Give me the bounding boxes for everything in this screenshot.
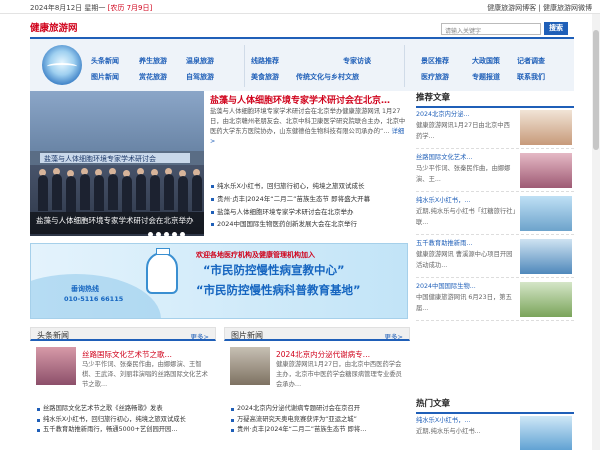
recommended-item[interactable]: 2024中国国际生物... 中国健康旅游网讯 6月23日，第五届... <box>416 279 574 321</box>
site-title[interactable]: 健康旅游网 <box>30 20 78 34</box>
recommended-item[interactable]: 纯水乐X小红书，... 近期,纯水乐与小红书「红糖旅行社」联... <box>416 193 574 235</box>
nurse-icon <box>146 252 178 294</box>
ad-top-text: 欢迎各地医疗机构及健康管理机构加入 <box>196 251 315 259</box>
list-item[interactable]: 丝路国际文化艺术节之歌《丝路畅歌》发表 <box>36 404 216 415</box>
hot-article-item[interactable]: 纯水乐X小红书，... 近期,纯水乐与小红书... <box>416 413 574 450</box>
search-button[interactable]: 搜索 <box>544 22 568 35</box>
photo-slider[interactable]: 盐藻与人体细胞环境专家学术研讨会 盐藻与人体细胞环境专家学术研讨会在北京举办 <box>30 91 204 236</box>
list-item[interactable]: 2024北京内分泌代谢病专题研讨会在京召开 <box>230 404 410 415</box>
hotline-label: 垂询热线 <box>71 285 99 293</box>
list-item[interactable]: 贵州·贞丰|2024年“二月二”苗族生态节 即将… <box>230 425 410 436</box>
list-item[interactable]: 贵州·贞丰|2024年“二月二”苗族生态节 即将盛大开幕 <box>210 193 406 206</box>
photo-news-header: 图片新闻 更多> <box>224 327 410 341</box>
main-nav: 头条新闻 养生旅游 温泉旅游 线路推荐 专家访谈 景区推荐 大政国策 记者调查 … <box>30 37 574 91</box>
panel-title: 图片新闻 <box>231 331 263 340</box>
list-item[interactable]: 万疑高流研究天奥电竞赛获评为“亚运之城” <box>230 415 410 426</box>
headline-news-header: 头条新闻 更多> <box>30 327 216 341</box>
nav-item-health-travel[interactable]: 养生旅游 <box>139 56 167 66</box>
slider-dot[interactable] <box>164 232 169 236</box>
recommended-item[interactable]: 五千教育助推新雨... 健康旅游网讯 曹溪源中心项目开园活动成功... <box>416 236 574 278</box>
headline-news-lead-desc: 马少平作词、张秦民作曲，由娜娜演、王智棋、王武泽、刘丽菲演唱的丝路国际文化艺术节… <box>82 361 208 388</box>
slider-dot[interactable] <box>180 232 185 236</box>
slider-dot[interactable] <box>156 232 161 236</box>
list-item[interactable]: 纯水乐X小红书，回归旅行初心，纯境之旅双试成长 <box>210 180 406 193</box>
recommended-thumbnail[interactable] <box>520 239 572 274</box>
more-link[interactable]: 更多> <box>191 331 209 341</box>
nav-item-self-drive[interactable]: 自驾旅游 <box>186 72 214 82</box>
sidebar: 推荐文章 2024北京内分泌... 健康旅游网讯1月27日由北京中西药学... 丝… <box>416 91 574 450</box>
search-input[interactable]: 请输入关键字 <box>441 23 541 35</box>
nav-item-food-travel[interactable]: 美食旅游 <box>251 72 279 82</box>
photo-news-thumbnail[interactable] <box>230 347 270 385</box>
list-item[interactable]: 五千教育助推新雨行，畅通5000+艺创园开园… <box>36 425 216 436</box>
nav-item-culture-rural[interactable]: 传统文化与乡村文旅 <box>296 72 359 82</box>
top-links[interactable]: 健康旅游网博客 | 健康旅游网微博 <box>487 3 592 13</box>
nav-item-scenic[interactable]: 景区推荐 <box>421 56 449 66</box>
site-logo[interactable] <box>42 45 82 85</box>
ad-banner[interactable]: 欢迎各地医疗机构及健康管理机构加入 “市民防控慢性病宣教中心” “市民防控慢性病… <box>30 243 408 319</box>
nurse-cap-icon <box>156 248 170 255</box>
more-link[interactable]: 更多> <box>385 331 403 341</box>
headline-news-lead-title[interactable]: 丝路国际文化艺术节之歌… <box>82 349 212 360</box>
hot-articles-title: 热门文章 <box>416 397 574 414</box>
ad-line-2: “市民防控慢性病科普教育基地” <box>196 283 361 297</box>
recommended-thumbnail[interactable] <box>520 282 572 317</box>
panel-title: 头条新闻 <box>37 331 69 340</box>
nav-item-photo-news[interactable]: 图片新闻 <box>91 72 119 82</box>
recommended-item[interactable]: 2024北京内分泌... 健康旅游网讯1月27日由北京中西药学... <box>416 107 574 149</box>
nav-item-special-report[interactable]: 专题报道 <box>472 72 500 82</box>
nav-item-hot-spring[interactable]: 温泉旅游 <box>186 56 214 66</box>
list-item[interactable]: 盐藻与人体细胞环境专家学术研讨会在北京举办 <box>210 206 406 219</box>
logo-wave-icon <box>47 63 77 70</box>
scrollbar-thumb[interactable] <box>593 30 599 150</box>
slider-dot[interactable] <box>148 232 153 236</box>
slider-photo-background <box>30 91 204 151</box>
news-list: 纯水乐X小红书，回归旅行初心，纯境之旅双试成长 贵州·贞丰|2024年“二月二”… <box>210 180 406 231</box>
nav-item-investigation[interactable]: 记者调查 <box>517 56 545 66</box>
nav-item-routes[interactable]: 线路推荐 <box>251 56 279 66</box>
slider-dots[interactable] <box>148 231 188 236</box>
nav-item-headline-news[interactable]: 头条新闻 <box>91 56 119 66</box>
lunar-date: [农历 7月9日] <box>107 4 153 12</box>
top-bar: 2024年8月12日 星期一 [农历 7月9日] 健康旅游网博客 | 健康旅游网… <box>0 0 600 14</box>
nav-item-flower-travel[interactable]: 赏花旅游 <box>139 72 167 82</box>
nav-item-contact[interactable]: 联系我们 <box>517 72 545 82</box>
recommended-thumbnail[interactable] <box>520 196 572 231</box>
list-item[interactable]: 2024中国国际生物医药创新发展大会在北京举行 <box>210 218 406 231</box>
photo-news-lead-desc: 健康旅游网讯1月27日，由北京中西医药学会主办，北京市中医药学会糖尿病管理专业委… <box>276 361 402 388</box>
nav-divider <box>404 45 405 87</box>
feature-headline[interactable]: 盐藻与人体细胞环境专家学术研讨会在北京… <box>210 93 390 106</box>
recommended-title: 推荐文章 <box>416 91 574 108</box>
ad-line-1: “市民防控慢性病宣教中心” <box>203 263 345 277</box>
recommended-thumbnail[interactable] <box>520 110 572 145</box>
headline-news-thumbnail[interactable] <box>36 347 76 385</box>
hotline-number: 010-5116 66115 <box>64 295 124 303</box>
slider-dot[interactable] <box>172 232 177 236</box>
headline-news-list: 丝路国际文化艺术节之歌《丝路畅歌》发表 纯水乐X小红书，回归旅行初心，纯境之旅双… <box>36 404 216 436</box>
slider-event-banner: 盐藻与人体细胞环境专家学术研讨会 <box>40 153 190 163</box>
feature-summary: 盐藻与人体细胞环境专家学术研讨会在北京举办健康旅游网讯 1月27日，由北京赣州老… <box>210 108 406 145</box>
current-date: 2024年8月12日 星期一 [农历 7月9日] <box>30 4 153 12</box>
nav-item-medical-travel[interactable]: 医疗旅游 <box>421 72 449 82</box>
nav-divider <box>244 45 245 87</box>
photo-news-list: 2024北京内分泌代谢病专题研讨会在京召开 万疑高流研究天奥电竞赛获评为“亚运之… <box>230 404 410 436</box>
list-item[interactable]: 纯水乐X小红书，回归旅行初心，纯境之旅双试成长 <box>36 415 216 426</box>
nav-item-policy[interactable]: 大政国策 <box>472 56 500 66</box>
photo-news-lead-title[interactable]: 2024北京内分泌代谢病专… <box>276 349 406 360</box>
hot-article-thumbnail[interactable] <box>520 416 572 450</box>
recommended-thumbnail[interactable] <box>520 153 572 188</box>
nav-item-expert-interview[interactable]: 专家访谈 <box>343 56 371 66</box>
recommended-item[interactable]: 丝路国际文化艺术... 马少平作词、张秦民作曲，由娜娜演、王... <box>416 150 574 192</box>
page-scrollbar[interactable] <box>592 14 600 450</box>
